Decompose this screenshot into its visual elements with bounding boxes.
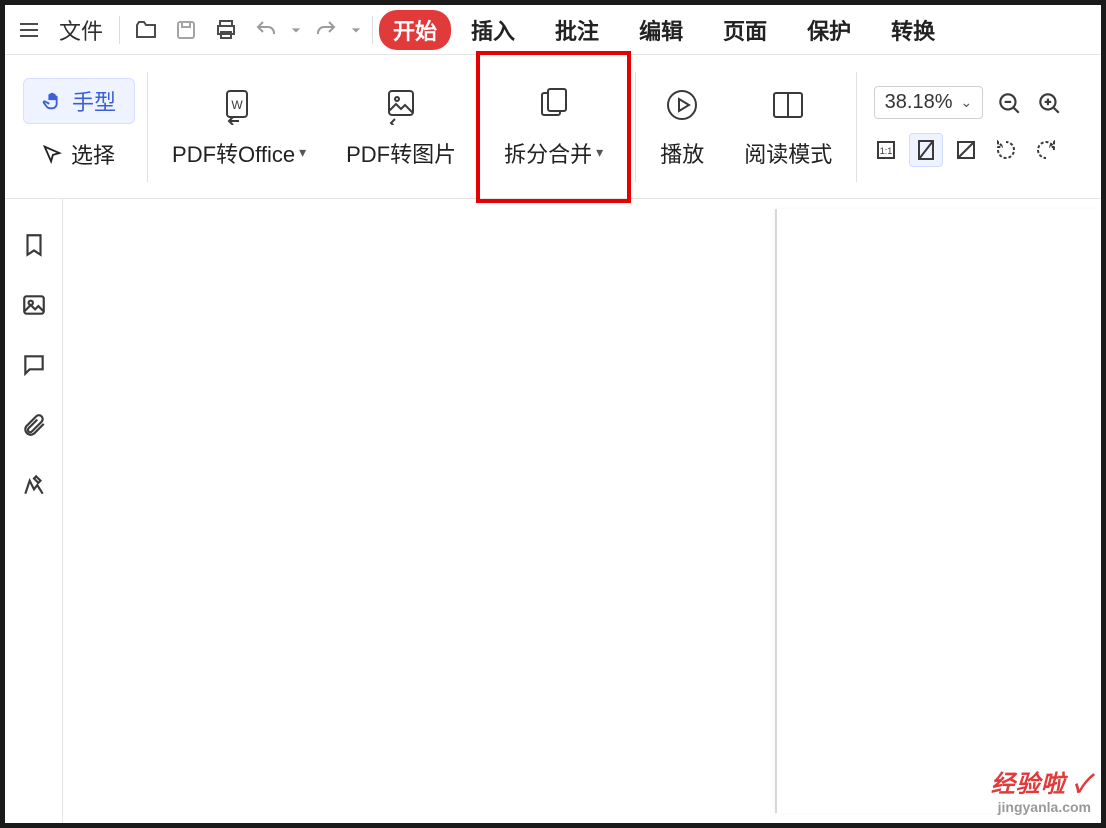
rotate-cw-icon[interactable] — [1029, 133, 1063, 167]
canvas[interactable] — [63, 199, 1101, 823]
split-merge-label: 拆分合并 — [504, 137, 592, 169]
play-icon — [662, 85, 702, 125]
play-label: 播放 — [660, 137, 704, 169]
separator — [856, 72, 857, 182]
undo-icon[interactable] — [246, 10, 286, 50]
bookmark-icon[interactable] — [18, 229, 50, 261]
tab-protect[interactable]: 保护 — [787, 14, 871, 46]
tab-page[interactable]: 页面 — [703, 14, 787, 46]
pdf-to-image-button[interactable]: PDF转图片 — [326, 79, 476, 175]
actual-size-icon[interactable]: 1:1 — [869, 133, 903, 167]
tab-convert[interactable]: 转换 — [871, 14, 955, 46]
fit-page-icon[interactable] — [909, 133, 943, 167]
pdf-to-image-icon — [381, 85, 421, 125]
print-icon[interactable] — [206, 10, 246, 50]
hamburger-icon[interactable] — [9, 10, 49, 50]
zoom-out-icon[interactable] — [995, 89, 1023, 117]
watermark-url: jingyanla.com — [991, 799, 1091, 815]
comment-icon[interactable] — [18, 349, 50, 381]
redo-dropdown-icon[interactable] — [346, 10, 366, 50]
read-mode-button[interactable]: 阅读模式 — [724, 79, 852, 175]
menu-bar: 文件 开始 插入 批注 编辑 页面 保护 转换 — [5, 5, 1101, 55]
hand-tool-button[interactable]: 手型 — [23, 78, 135, 124]
undo-dropdown-icon[interactable] — [286, 10, 306, 50]
watermark-check-icon: ✓ — [1074, 771, 1091, 798]
svg-text:1:1: 1:1 — [880, 146, 893, 156]
pdf-to-office-icon: W — [219, 85, 259, 125]
pdf-to-image-label: PDF转图片 — [346, 137, 456, 169]
read-mode-label: 阅读模式 — [744, 137, 832, 169]
select-tool-button[interactable]: 选择 — [23, 132, 135, 176]
save-icon[interactable] — [166, 10, 206, 50]
split-merge-icon — [534, 85, 574, 125]
zoom-in-icon[interactable] — [1035, 89, 1063, 117]
signature-icon[interactable] — [18, 469, 50, 501]
svg-text:W: W — [231, 98, 243, 112]
tab-start[interactable]: 开始 — [379, 10, 451, 50]
document-preview[interactable] — [776, 209, 1101, 813]
chevron-down-icon: ▾ — [596, 144, 603, 161]
attachment-icon[interactable] — [18, 409, 50, 441]
separator — [372, 16, 373, 44]
play-button[interactable]: 播放 — [640, 79, 724, 175]
open-folder-icon[interactable] — [126, 10, 166, 50]
zoom-value: 38.18% — [885, 91, 953, 114]
separator — [635, 72, 636, 182]
ribbon: 手型 选择 W PDF转Office▾ PDF转图片 拆分合并▾ — [5, 55, 1101, 199]
split-merge-button[interactable]: 拆分合并▾ — [476, 79, 631, 175]
menu-file[interactable]: 文件 — [49, 10, 113, 50]
chevron-down-icon: ⌄ — [960, 94, 972, 111]
pdf-to-office-label: PDF转Office — [172, 137, 295, 169]
side-rail — [5, 199, 63, 823]
read-mode-icon — [768, 85, 808, 125]
content-area — [5, 199, 1101, 823]
app-frame: 文件 开始 插入 批注 编辑 页面 保护 转换 — [0, 0, 1106, 828]
separator — [119, 16, 120, 44]
chevron-down-icon: ▾ — [299, 144, 306, 161]
zoom-select[interactable]: 38.18% ⌄ — [874, 86, 984, 119]
hand-tool-label: 手型 — [72, 85, 116, 117]
selection-tools: 手型 选择 — [15, 78, 143, 176]
rotate-ccw-icon[interactable] — [989, 133, 1023, 167]
redo-icon[interactable] — [306, 10, 346, 50]
fit-width-icon[interactable] — [949, 133, 983, 167]
tab-insert[interactable]: 插入 — [451, 14, 535, 46]
separator — [147, 72, 148, 182]
image-icon[interactable] — [18, 289, 50, 321]
select-tool-label: 选择 — [71, 138, 115, 170]
watermark-title: 经验啦 — [991, 771, 1066, 798]
watermark: 经验啦 ✓ jingyanla.com — [991, 764, 1091, 815]
tab-annotate[interactable]: 批注 — [535, 14, 619, 46]
tab-edit[interactable]: 编辑 — [619, 14, 703, 46]
pdf-to-office-button[interactable]: W PDF转Office▾ — [152, 79, 326, 175]
zoom-cluster: 38.18% ⌄ 1:1 — [861, 86, 1067, 167]
